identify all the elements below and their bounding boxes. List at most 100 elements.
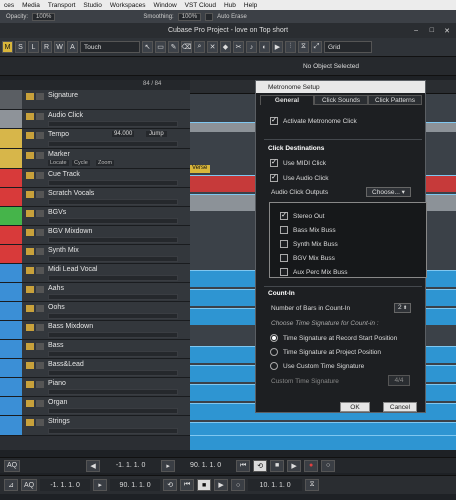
tab-general[interactable]: General [260,95,314,105]
cycle-icon-2[interactable]: ⟲ [163,479,178,491]
aq-button[interactable]: AQ [4,459,21,472]
mode-button-w[interactable]: W [54,41,65,53]
track-controls[interactable] [48,199,178,205]
mute-tool-icon[interactable]: ✕ [207,41,218,53]
menu-item-4[interactable]: Workspaces [106,2,150,9]
track-controls[interactable] [48,370,178,376]
audio-event[interactable] [190,435,456,450]
left-locator-2[interactable]: -1. 1. 1. 0 [40,479,91,491]
track-monitor-button[interactable] [26,400,34,407]
punch-icon[interactable]: ⊿ [4,479,18,491]
erase-tool-icon[interactable]: ⌫ [181,41,192,53]
cycle-icon[interactable]: ⟲ [253,459,268,472]
track-solo-button[interactable] [36,93,44,100]
track-solo-button[interactable] [36,286,44,293]
record-mode-icon[interactable]: ○ [321,459,336,472]
track-controls[interactable] [48,351,178,357]
metronome-icon-2[interactable]: ⧖ [305,479,320,491]
ok-button[interactable]: OK [340,402,370,412]
snap-toggle-icon[interactable]: ⤢ [311,41,322,53]
track-monitor-button[interactable] [26,419,34,426]
track-row[interactable]: BGVs [0,207,190,226]
tempo-value[interactable]: 94.000 [112,131,135,137]
track-solo-button[interactable] [36,400,44,407]
cancel-button[interactable]: Cancel [383,402,417,412]
maximize-icon[interactable]: □ [430,27,434,34]
track-row[interactable]: Audio Click [0,110,190,129]
menu-item-8[interactable]: Help [240,2,261,9]
left-locator[interactable]: -1. 1. 1. 0 [103,459,159,472]
rewind-icon[interactable]: ⏮ [236,459,251,472]
menu-item-2[interactable]: Transport [44,2,80,9]
track-solo-button[interactable] [36,248,44,255]
marker-verse[interactable]: Verse [190,165,210,173]
track-row[interactable]: Oohs [0,302,190,321]
split-tool-icon[interactable]: ✂ [233,41,244,53]
track-monitor-button[interactable] [26,267,34,274]
track-row[interactable]: Tempo 94.000 Jump [0,129,190,149]
pointer-tool-icon[interactable]: ↖ [142,41,153,53]
mode-button-m[interactable]: M [2,41,13,53]
track-row[interactable]: BGV Mixdown [0,226,190,245]
auto-erase-checkbox[interactable] [205,12,214,21]
track-row[interactable]: Synth Mix [0,245,190,264]
range-tool-icon[interactable]: ▭ [155,41,166,53]
track-row[interactable]: Piano [0,378,190,397]
track-controls[interactable] [48,180,178,186]
track-controls[interactable] [48,428,178,434]
track-monitor-button[interactable] [26,381,34,388]
track-solo-button[interactable] [36,113,44,120]
track-solo-button[interactable] [36,267,44,274]
output-checkbox[interactable] [280,254,288,262]
locator-toggle-icon[interactable]: ▸ [93,479,108,491]
track-controls[interactable] [48,389,178,395]
snap-icon[interactable]: ⫶ [285,41,296,53]
track-controls[interactable] [48,121,178,127]
play-icon[interactable]: ▶ [287,459,302,472]
metronome-icon[interactable]: ⧖ [298,41,309,53]
activate-metronome-checkbox[interactable]: ✓ [270,117,278,125]
stop-icon[interactable]: ■ [270,459,285,472]
locator-arrow-icon[interactable]: ▸ [161,459,176,472]
track-row[interactable]: Bass&Lead [0,359,190,378]
track-solo-button[interactable] [36,305,44,312]
track-solo-button[interactable] [36,210,44,217]
track-monitor-button[interactable] [26,324,34,331]
track-row[interactable]: Marker Locate Cycle Zoom [0,149,190,169]
track-controls[interactable] [48,218,178,224]
position-display[interactable]: 10. 1. 1. 0 [248,479,303,491]
track-solo-button[interactable] [36,324,44,331]
track-monitor-button[interactable] [26,343,34,350]
menu-item-3[interactable]: Studio [79,2,105,9]
track-row[interactable]: Midi Lead Vocal [0,264,190,283]
track-row[interactable]: Bass [0,340,190,359]
menu-item-0[interactable]: ces [0,2,18,9]
menu-item-1[interactable]: Media [18,2,44,9]
track-monitor-button[interactable] [26,248,34,255]
left-locator-prev-icon[interactable]: ◀ [86,459,101,472]
aq-button-2[interactable]: AQ [21,479,38,491]
track-solo-button[interactable] [36,343,44,350]
menu-item-6[interactable]: VST Cloud [181,2,220,9]
glue-tool-icon[interactable]: ◆ [220,41,231,53]
track-controls[interactable] [48,275,178,281]
right-locator[interactable]: 90. 1. 1. 0 [178,459,234,472]
track-controls[interactable] [48,408,178,414]
stepper-icon[interactable]: ⬍ [402,305,407,311]
track-monitor-button[interactable] [26,152,34,159]
track-row[interactable]: Scratch Vocals [0,188,190,207]
stop-icon-2[interactable]: ■ [197,479,212,491]
use-midi-click-checkbox[interactable]: ✓ [270,159,278,167]
marker-locate-button[interactable]: Locate [48,160,69,166]
record-icon[interactable]: ● [304,459,319,472]
scroll-tool-icon[interactable]: ▶ [272,41,283,53]
use-audio-click-checkbox[interactable]: ✓ [270,174,278,182]
close-icon[interactable]: ✕ [444,27,450,35]
tab-click-patterns[interactable]: Click Patterns [368,95,422,105]
record-icon-2[interactable]: ○ [231,479,246,491]
track-solo-button[interactable] [36,381,44,388]
output-checkbox[interactable] [280,226,288,234]
color-tool-icon[interactable]: ◐ [259,41,270,53]
track-monitor-button[interactable] [26,191,34,198]
track-monitor-button[interactable] [26,210,34,217]
